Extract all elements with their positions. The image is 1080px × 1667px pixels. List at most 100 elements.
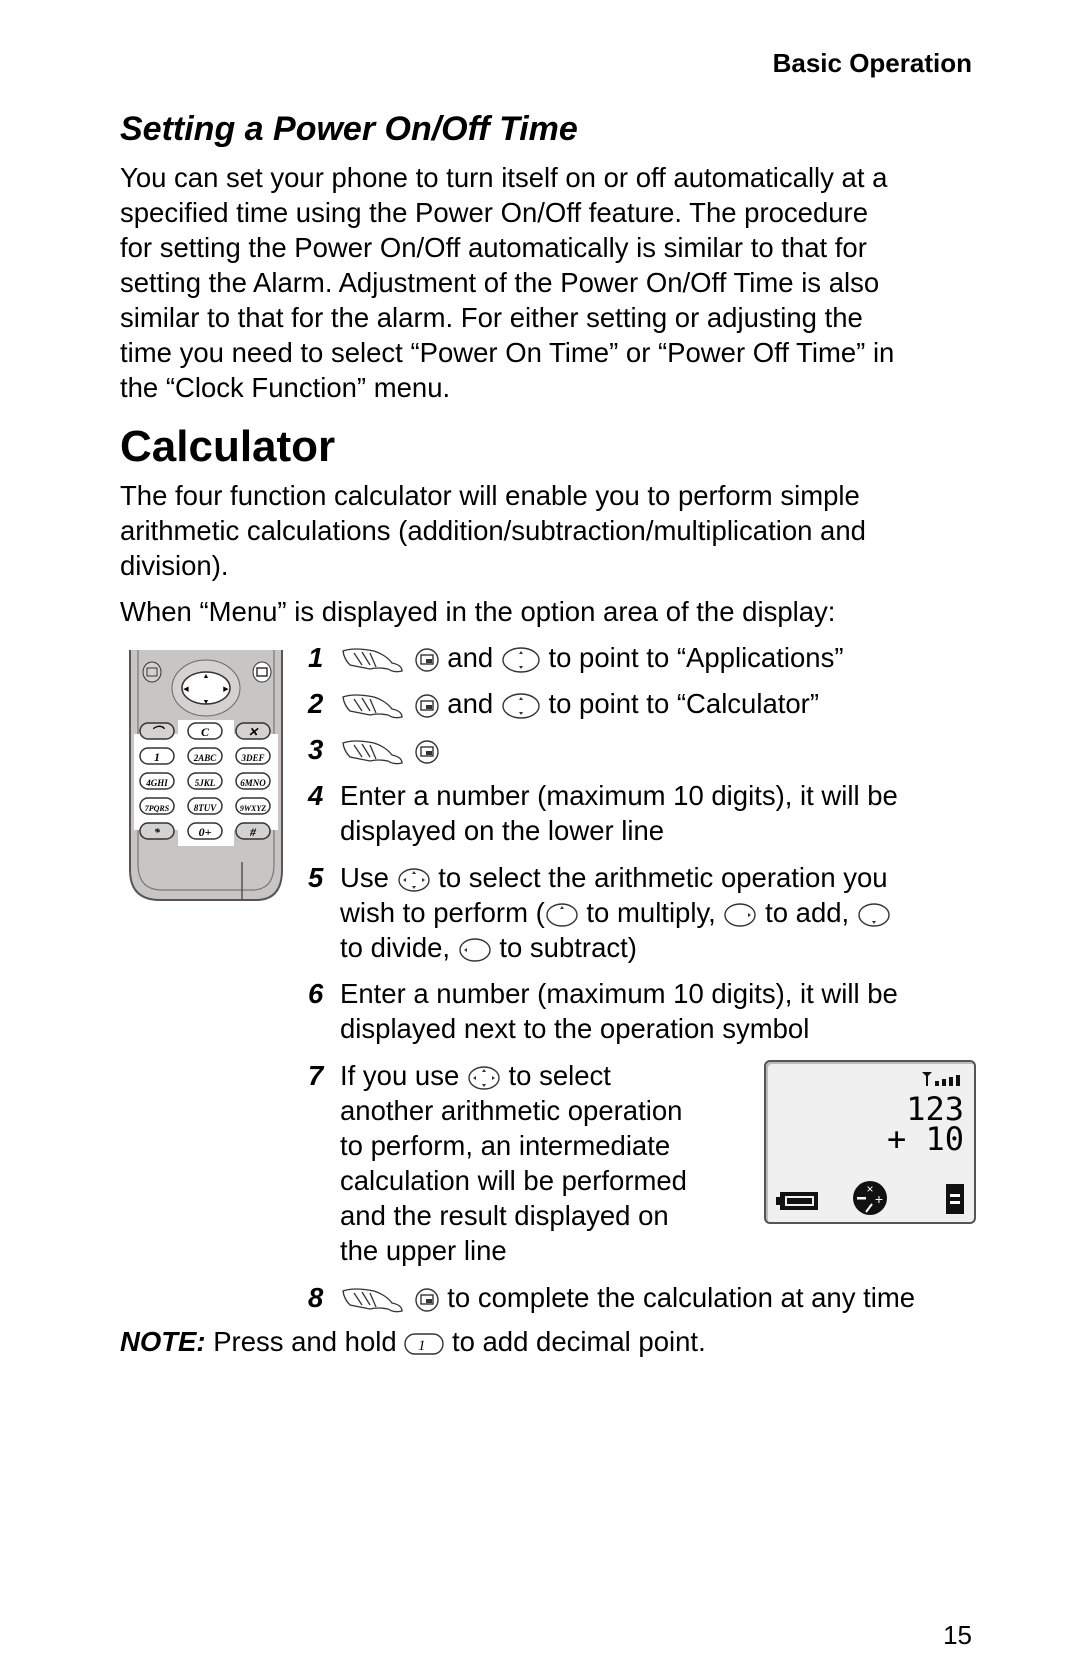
- step-text: to divide,: [340, 932, 451, 963]
- svg-text:1: 1: [154, 750, 160, 764]
- step-5: 5 Use to select the arithmetic operation…: [308, 860, 988, 965]
- calculator-title: Calculator: [120, 422, 336, 471]
- svg-text:4GHI: 4GHI: [145, 778, 168, 788]
- step-text: displayed on the lower line: [340, 815, 665, 846]
- power-section-body: You can set your phone to turn itself on…: [120, 160, 980, 405]
- step-number: 6: [308, 978, 324, 1009]
- step-text: to multiply,: [586, 897, 716, 928]
- step-3: 3: [308, 732, 988, 768]
- press-hand-icon: [342, 648, 403, 673]
- step-text: to subtract): [499, 932, 637, 963]
- signal-strength-icon: [922, 1072, 960, 1086]
- phone-keypad-illustration: ▲ ▼ ◀ ▶ ⌒ C ✕ 1 2ABC 3DEF 4GHI 5JKL 6MNO…: [129, 650, 283, 901]
- step-7: 7 If you use to select another arithmeti…: [308, 1058, 728, 1268]
- step-number: 4: [308, 780, 324, 811]
- step-text: displayed next to the operation symbol: [340, 1013, 810, 1044]
- menu-key-icon: [414, 694, 439, 718]
- text-line: the “Clock Function” menu.: [120, 372, 451, 403]
- step-text: Enter a number (maximum 10 digits), it w…: [340, 978, 898, 1009]
- step-8: 8 to complete the calculation at any tim…: [308, 1280, 1008, 1316]
- svg-text:3DEF: 3DEF: [240, 753, 264, 763]
- svg-text:*: *: [154, 825, 161, 839]
- step-text: to complete the calculation at any time: [447, 1282, 916, 1313]
- nav-right-icon: [724, 903, 757, 927]
- note-text: to add decimal point.: [451, 1326, 706, 1357]
- text-line: arithmetic calculations (addition/subtra…: [120, 515, 866, 546]
- arithmetic-operations-icon: × +: [853, 1181, 887, 1215]
- svg-text:×: ×: [866, 1182, 873, 1196]
- svg-text:▲: ▲: [203, 673, 210, 680]
- step-1: 1 and to point to “Applications”: [308, 640, 988, 676]
- section-header: Basic Operation: [772, 48, 972, 78]
- svg-text:C: C: [201, 725, 210, 739]
- step-text: wish to perform (: [340, 897, 545, 928]
- svg-text:▶: ▶: [223, 686, 229, 693]
- svg-text:9WXYZ: 9WXYZ: [240, 804, 266, 813]
- press-hand-icon: [342, 740, 403, 765]
- step-4: 4 Enter a number (maximum 10 digits), it…: [308, 778, 988, 848]
- step-text: and the result displayed on: [340, 1200, 669, 1231]
- text-line: You can set your phone to turn itself on…: [120, 162, 888, 193]
- nav-up-icon: [546, 903, 578, 927]
- svg-text:6MNO: 6MNO: [240, 778, 266, 788]
- text-line: The four function calculator will enable…: [120, 480, 860, 511]
- calculator-intro: The four function calculator will enable…: [120, 478, 980, 583]
- text-line: specified time using the Power On/Off fe…: [120, 197, 869, 228]
- key-1-icon: 1: [404, 1333, 444, 1355]
- svg-text:5JKL: 5JKL: [195, 778, 216, 788]
- step-number: 8: [308, 1282, 324, 1313]
- menu-key-icon: [414, 1288, 439, 1312]
- menu-prompt: When “Menu” is displayed in the option a…: [120, 596, 836, 627]
- note-label: NOTE:: [120, 1326, 206, 1357]
- svg-text:◀: ◀: [183, 686, 189, 693]
- step-number: 3: [308, 734, 324, 765]
- step-number: 2: [308, 688, 324, 719]
- svg-text:1: 1: [418, 1338, 426, 1354]
- step-text: to select the arithmetic operation you: [438, 862, 888, 893]
- power-section-title: Setting a Power On/Off Time: [120, 110, 578, 148]
- menu-key-icon: [414, 648, 439, 672]
- text-line: division).: [120, 550, 229, 581]
- step-text: to point to “Calculator”: [548, 688, 819, 719]
- step-text: to point to “Applications”: [548, 642, 844, 673]
- phonebook-key: [142, 661, 162, 683]
- text-line: time you need to select “Power On Time” …: [120, 337, 895, 368]
- svg-text:0+: 0+: [199, 825, 212, 839]
- step-text: to add,: [765, 897, 850, 928]
- step-number: 7: [308, 1060, 324, 1091]
- step-number: 5: [308, 862, 324, 893]
- navigation-key-icon: [502, 647, 540, 673]
- equals-key-icon: [946, 1184, 964, 1214]
- step-text: to perform, an intermediate: [340, 1130, 671, 1161]
- menu-key: [252, 661, 272, 683]
- navigation-key-icon: [397, 868, 430, 892]
- navigation-key-icon: [468, 1066, 500, 1090]
- svg-text:2ABC: 2ABC: [193, 753, 218, 763]
- step-text: the upper line: [340, 1235, 507, 1266]
- step-2: 2 and to point to “Calculator”: [308, 686, 988, 722]
- svg-text:+: +: [875, 1191, 883, 1207]
- step-text: calculation will be performed: [340, 1165, 687, 1196]
- press-hand-icon: [342, 1288, 403, 1313]
- svg-text:8TUV: 8TUV: [194, 803, 217, 813]
- step-text: and: [447, 688, 494, 719]
- svg-text:⌒: ⌒: [151, 725, 165, 739]
- step-text: Use: [340, 862, 389, 893]
- step-number: 1: [308, 642, 324, 673]
- note-text: Press and hold: [213, 1326, 397, 1357]
- svg-text:7PQRS: 7PQRS: [145, 804, 170, 813]
- svg-text:▼: ▼: [203, 699, 210, 706]
- navigation-key-icon: [502, 693, 540, 719]
- text-line: for setting the Power On/Off automatical…: [120, 232, 867, 263]
- battery-icon: [776, 1192, 818, 1210]
- step-text: and: [447, 642, 494, 673]
- nav-left-icon: [459, 938, 491, 962]
- step-text: another arithmetic operation: [340, 1095, 683, 1126]
- step-text: If you use: [340, 1060, 460, 1091]
- step-text: to select: [508, 1060, 611, 1091]
- svg-text:✕: ✕: [248, 725, 259, 739]
- nav-down-icon: [858, 903, 890, 927]
- text-line: setting the Alarm. Adjustment of the Pow…: [120, 267, 880, 298]
- step-6: 6 Enter a number (maximum 10 digits), it…: [308, 976, 988, 1046]
- page-number: 15: [943, 1620, 972, 1650]
